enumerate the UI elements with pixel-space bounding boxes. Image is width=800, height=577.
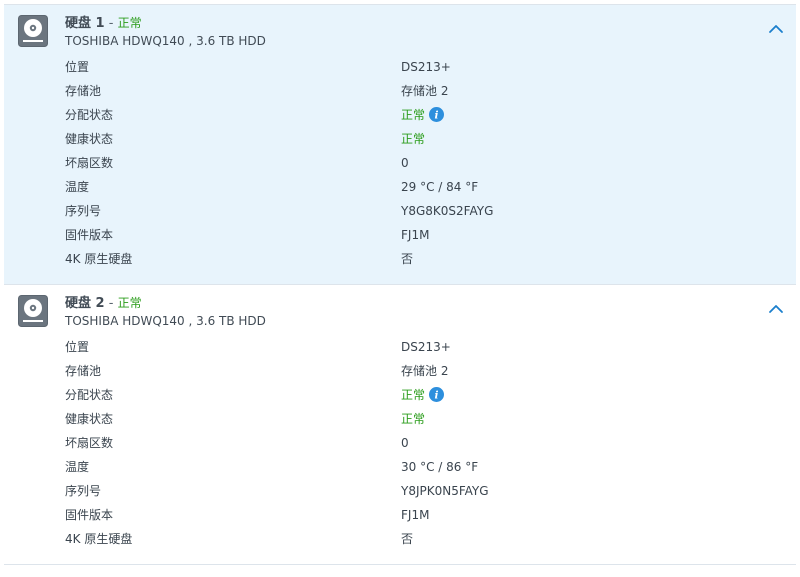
title-separator: -	[108, 16, 114, 31]
detail-value: 正常	[401, 129, 425, 149]
detail-label: 位置	[65, 340, 90, 354]
detail-value-text: 正常	[401, 108, 426, 122]
detail-label: 存储池	[65, 364, 102, 378]
detail-value-text: DS213+	[401, 340, 451, 354]
detail-label: 坏扇区数	[65, 436, 114, 450]
detail-label: 固件版本	[65, 228, 114, 242]
detail-value-text: 存储池 2	[401, 84, 449, 98]
detail-label: 序列号	[65, 204, 102, 218]
detail-row: 序列号 Y8JPK0N5FAYG	[65, 481, 765, 505]
detail-value: 存储池 2	[401, 361, 448, 381]
detail-label: 位置	[65, 60, 90, 74]
detail-value: 29 °C / 84 °F	[401, 177, 478, 197]
detail-value: 存储池 2	[401, 81, 448, 101]
detail-value: 30 °C / 86 °F	[401, 457, 478, 477]
detail-value: 正常	[401, 409, 425, 429]
detail-value-text: DS213+	[401, 60, 451, 74]
detail-value-text: FJ1M	[401, 508, 430, 522]
detail-value-text: Y8G8K0S2FAYG	[401, 204, 494, 218]
detail-value: FJ1M	[401, 225, 429, 245]
detail-row: 位置 DS213+	[65, 337, 765, 361]
detail-value: 否	[401, 529, 413, 549]
disk-detail-list: 位置 DS213+ 存储池 存储池 2 分配状态 正常 i 健康状态 正常 坏扇区数 0 温度 29 °…	[65, 57, 765, 273]
detail-value: 正常 i	[401, 385, 445, 405]
detail-label: 序列号	[65, 484, 102, 498]
detail-row: 位置 DS213+	[65, 57, 765, 81]
detail-value-text: 正常	[401, 412, 426, 426]
disk-model: TOSHIBA HDWQ140 , 3.6 TB HDD	[65, 34, 266, 48]
detail-row: 分配状态 正常 i	[65, 385, 765, 409]
detail-label: 分配状态	[65, 108, 114, 122]
detail-value: Y8G8K0S2FAYG	[401, 201, 493, 221]
detail-row: 分配状态 正常 i	[65, 105, 765, 129]
detail-row: 序列号 Y8G8K0S2FAYG	[65, 201, 765, 225]
disk-title: 硬盘 1 - 正常	[65, 12, 142, 31]
info-icon[interactable]: i	[429, 107, 445, 122]
hard-disk-icon	[18, 295, 48, 327]
detail-value: 0	[401, 153, 409, 173]
svg-text:i: i	[435, 390, 439, 402]
detail-label: 4K 原生硬盘	[65, 532, 133, 546]
detail-label: 分配状态	[65, 388, 114, 402]
info-icon[interactable]: i	[429, 387, 445, 402]
disk-panel[interactable]: 硬盘 2 - 正常 TOSHIBA HDWQ140 , 3.6 TB HDD 位置 D…	[4, 285, 796, 565]
detail-label: 温度	[65, 180, 90, 194]
detail-row: 4K 原生硬盘 否	[65, 249, 765, 273]
detail-value: 否	[401, 249, 413, 269]
detail-value-text: 存储池 2	[401, 364, 449, 378]
chevron-up-icon[interactable]	[768, 303, 784, 315]
detail-value-text: 正常	[401, 132, 426, 146]
detail-label: 坏扇区数	[65, 156, 114, 170]
detail-value-text: 30 °C / 86 °F	[401, 460, 479, 474]
disk-list: 硬盘 1 - 正常 TOSHIBA HDWQ140 , 3.6 TB HDD 位置 D…	[4, 4, 796, 565]
detail-value: 正常 i	[401, 105, 445, 125]
detail-row: 健康状态 正常	[65, 129, 765, 153]
disk-model: TOSHIBA HDWQ140 , 3.6 TB HDD	[65, 314, 266, 328]
detail-label: 4K 原生硬盘	[65, 252, 133, 266]
detail-label: 健康状态	[65, 132, 114, 146]
detail-row: 坏扇区数 0	[65, 433, 765, 457]
detail-value: DS213+	[401, 337, 451, 357]
detail-row: 健康状态 正常	[65, 409, 765, 433]
detail-value: FJ1M	[401, 505, 429, 525]
detail-value-text: 正常	[401, 388, 426, 402]
detail-value-text: 0	[401, 156, 409, 170]
detail-row: 坏扇区数 0	[65, 153, 765, 177]
detail-row: 固件版本 FJ1M	[65, 225, 765, 249]
detail-value-text: 否	[401, 252, 414, 266]
hard-disk-icon	[18, 15, 48, 47]
disk-status: 正常	[117, 296, 142, 310]
disk-status: 正常	[117, 16, 142, 30]
detail-value: 0	[401, 433, 409, 453]
disk-panel[interactable]: 硬盘 1 - 正常 TOSHIBA HDWQ140 , 3.6 TB HDD 位置 D…	[4, 5, 796, 285]
detail-row: 固件版本 FJ1M	[65, 505, 765, 529]
detail-label: 健康状态	[65, 412, 114, 426]
disk-detail-list: 位置 DS213+ 存储池 存储池 2 分配状态 正常 i 健康状态 正常 坏扇区数 0 温度 30 °…	[65, 337, 765, 553]
detail-row: 存储池 存储池 2	[65, 81, 765, 105]
detail-value: DS213+	[401, 57, 451, 77]
detail-value-text: FJ1M	[401, 228, 430, 242]
detail-label: 温度	[65, 460, 90, 474]
detail-value: Y8JPK0N5FAYG	[401, 481, 489, 501]
detail-row: 温度 30 °C / 86 °F	[65, 457, 765, 481]
disk-name: 硬盘 1	[65, 16, 105, 31]
detail-value-text: 0	[401, 436, 409, 450]
detail-label: 固件版本	[65, 508, 114, 522]
detail-label: 存储池	[65, 84, 102, 98]
chevron-up-icon[interactable]	[768, 23, 784, 35]
disk-title: 硬盘 2 - 正常	[65, 292, 142, 311]
detail-row: 4K 原生硬盘 否	[65, 529, 765, 553]
title-separator: -	[108, 296, 114, 311]
detail-row: 温度 29 °C / 84 °F	[65, 177, 765, 201]
detail-value-text: 否	[401, 532, 414, 546]
svg-text:i: i	[435, 110, 439, 122]
disk-name: 硬盘 2	[65, 296, 105, 311]
detail-value-text: Y8JPK0N5FAYG	[401, 484, 489, 498]
detail-row: 存储池 存储池 2	[65, 361, 765, 385]
detail-value-text: 29 °C / 84 °F	[401, 180, 479, 194]
